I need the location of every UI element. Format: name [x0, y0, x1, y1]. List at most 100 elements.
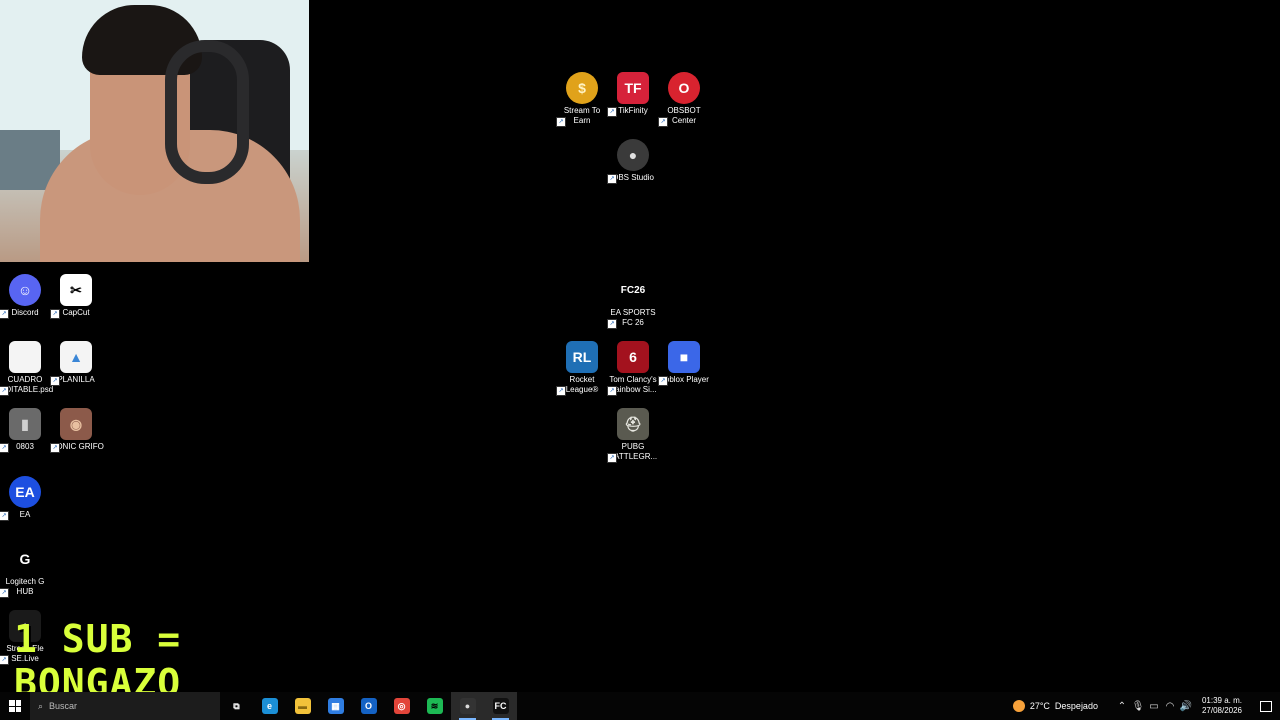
webcam-feed [0, 0, 309, 262]
shortcut-arrow-icon: ↗ [607, 319, 617, 329]
search-placeholder: Buscar [49, 701, 78, 711]
label-line-1: EA SPORTS [610, 308, 656, 317]
wifi-icon[interactable]: ◠ [1162, 701, 1178, 712]
sonic-grifo-icon: ◉ [60, 408, 92, 440]
microsoft-store-icon: ▦ [327, 698, 344, 714]
clock-time: 01:39 a. m. [1201, 696, 1242, 705]
shortcut-arrow-icon: ↗ [0, 511, 9, 521]
cuadro-editable-icon [9, 341, 41, 373]
video-0803-icon: ▮ [9, 408, 41, 440]
clock-date: 27/08/2026 [1201, 706, 1242, 715]
outlook-icon: O [360, 698, 377, 714]
pubg-icon: ⛑ [617, 408, 649, 440]
shortcut-arrow-icon: ↗ [658, 376, 668, 386]
start-button[interactable] [0, 692, 30, 720]
taskbar-button-task-view[interactable]: ⧉ [220, 692, 253, 720]
capcut-icon: ✂ [60, 274, 92, 306]
overlay-line-1: 1 SUB = [14, 617, 182, 661]
label-line-1: OBSBOT [667, 106, 701, 115]
edge-icon: e [261, 698, 278, 714]
label-line-1: Stream To [563, 106, 601, 115]
roblox-player-icon: ■ [668, 341, 700, 373]
windows-logo-icon [9, 700, 21, 712]
weather-condition: Despejado [1054, 701, 1098, 711]
shortcut-arrow-icon: ↗ [607, 107, 617, 117]
label-line-1: CUADRO [7, 375, 43, 384]
taskbar-button-chrome[interactable]: ◎ [385, 692, 418, 720]
taskbar-clock[interactable]: 01:39 a. m. 27/08/2026 [1202, 696, 1242, 716]
weather-sun-icon [1012, 700, 1025, 712]
desktop-icon-tikfinity[interactable]: TF ↗ TikFinity [607, 72, 658, 117]
ea-sports-fc-icon: FC26 [617, 274, 649, 306]
taskbar-button-obs-taskbar[interactable]: ● [451, 692, 484, 720]
search-icon: ⌕ [38, 700, 44, 711]
taskbar-button-file-explorer[interactable]: ▬ [286, 692, 319, 720]
desktop-icon-roblox-player[interactable]: ■ ↗ Roblox Player [658, 341, 709, 386]
desktop-icon-video-0803[interactable]: ▮ ↗ 0803 [0, 408, 50, 453]
weather-temperature: 27°C [1029, 701, 1050, 711]
shortcut-arrow-icon: ↗ [0, 309, 9, 319]
label-line-1: Logitech G [5, 577, 45, 586]
obsbot-center-icon: O [668, 72, 700, 104]
chrome-icon: ◎ [393, 698, 410, 714]
rainbow-six-icon: 6 [617, 341, 649, 373]
desktop-icon-obsbot-center[interactable]: O ↗ OBSBOT Center [658, 72, 709, 127]
task-view-icon: ⧉ [233, 700, 240, 711]
desktop-icon-ea[interactable]: EA ↗ EA [0, 476, 50, 521]
spotify-icon: ≋ [426, 698, 443, 714]
taskbar-button-microsoft-store[interactable]: ▦ [319, 692, 352, 720]
taskbar: ⌕ Buscar ⧉ e ▬ ▦ O ◎ ≋ ● FC 27°C Despejado ⌃ 🎙 ▭… [0, 692, 1280, 720]
shortcut-arrow-icon: ↗ [607, 174, 617, 184]
desktop-icon-rainbow-six[interactable]: 6 ↗ Tom Clancy's Rainbow Si... [607, 341, 658, 396]
shortcut-arrow-icon: ↗ [0, 386, 9, 396]
desktop-icon-capcut[interactable]: ✂ ↗ CapCut [50, 274, 101, 319]
network-icon[interactable]: ▭ [1146, 701, 1162, 712]
desktop-icon-discord[interactable]: ☺ ↗ Discord [0, 274, 50, 319]
shortcut-arrow-icon: ↗ [658, 117, 668, 127]
shortcut-arrow-icon: ↗ [50, 309, 60, 319]
desktop-icon-sonic-grifo[interactable]: ◉ ↗ SONIC GRIFO [50, 408, 104, 453]
desktop-icon-logitech-ghub[interactable]: G ↗ Logitech G HUB [0, 543, 50, 598]
shortcut-arrow-icon: ↗ [556, 117, 566, 127]
shortcut-arrow-icon: ↗ [50, 376, 60, 386]
notification-icon [1260, 700, 1272, 712]
chevron-up-icon[interactable]: ⌃ [1114, 701, 1130, 712]
desktop-icon-cuadro-editable[interactable]: ↗ CUADRO EDITABLE.psd [0, 341, 53, 396]
stream-to-earn-icon: $ [566, 72, 598, 104]
shortcut-arrow-icon: ↗ [607, 453, 617, 463]
rocket-league-icon: RL [566, 341, 598, 373]
shortcut-arrow-icon: ↗ [0, 588, 9, 598]
desktop-icon-rocket-league[interactable]: RL ↗ Rocket League® [556, 341, 607, 396]
fc26-taskbar-icon: FC [492, 698, 509, 714]
taskbar-button-outlook[interactable]: O [352, 692, 385, 720]
shortcut-arrow-icon: ↗ [607, 386, 617, 396]
shortcut-arrow-icon: ↗ [0, 443, 9, 453]
taskbar-search-box[interactable]: ⌕ Buscar [30, 692, 220, 720]
taskbar-button-edge[interactable]: e [253, 692, 286, 720]
desktop-icon-obs-studio[interactable]: ● ↗ OBS Studio [607, 139, 658, 184]
desktop-icon-ea-sports-fc[interactable]: FC26 ↗ EA SPORTS FC 26 [607, 274, 658, 329]
taskbar-button-spotify[interactable]: ≋ [418, 692, 451, 720]
desktop-icon-planilla[interactable]: ▲ ↗ PLANILLA [50, 341, 101, 386]
system-tray: 27°C Despejado ⌃ 🎙 ▭ ◠ 🔊 01:39 a. m. 27/… [1012, 692, 1280, 720]
desktop-icon-stream-to-earn[interactable]: $ ↗ Stream To Earn [556, 72, 607, 127]
obs-taskbar-icon: ● [459, 698, 476, 714]
file-explorer-icon: ▬ [294, 698, 311, 714]
ea-icon: EA [9, 476, 41, 508]
label-line-1: Tom Clancy's [609, 375, 657, 384]
microphone-icon[interactable]: 🎙 [1130, 701, 1146, 712]
weather-widget[interactable]: 27°C Despejado [1012, 700, 1098, 712]
taskbar-pinned-apps: ⧉ e ▬ ▦ O ◎ ≋ ● FC [220, 692, 517, 720]
shortcut-arrow-icon: ↗ [556, 386, 566, 396]
planilla-icon: ▲ [60, 341, 92, 373]
volume-icon[interactable]: 🔊 [1178, 701, 1194, 712]
label-line-1: Rocket [569, 375, 595, 384]
logitech-ghub-icon: G [9, 543, 41, 575]
notification-center-button[interactable] [1252, 692, 1280, 720]
taskbar-button-fc26-taskbar[interactable]: FC [484, 692, 517, 720]
tikfinity-icon: TF [617, 72, 649, 104]
discord-icon: ☺ [9, 274, 41, 306]
webcam-headphones [165, 40, 249, 184]
label-line-1: PUBG [621, 442, 645, 451]
desktop-icon-pubg[interactable]: ⛑ ↗ PUBG BATTLEGR... [607, 408, 658, 463]
